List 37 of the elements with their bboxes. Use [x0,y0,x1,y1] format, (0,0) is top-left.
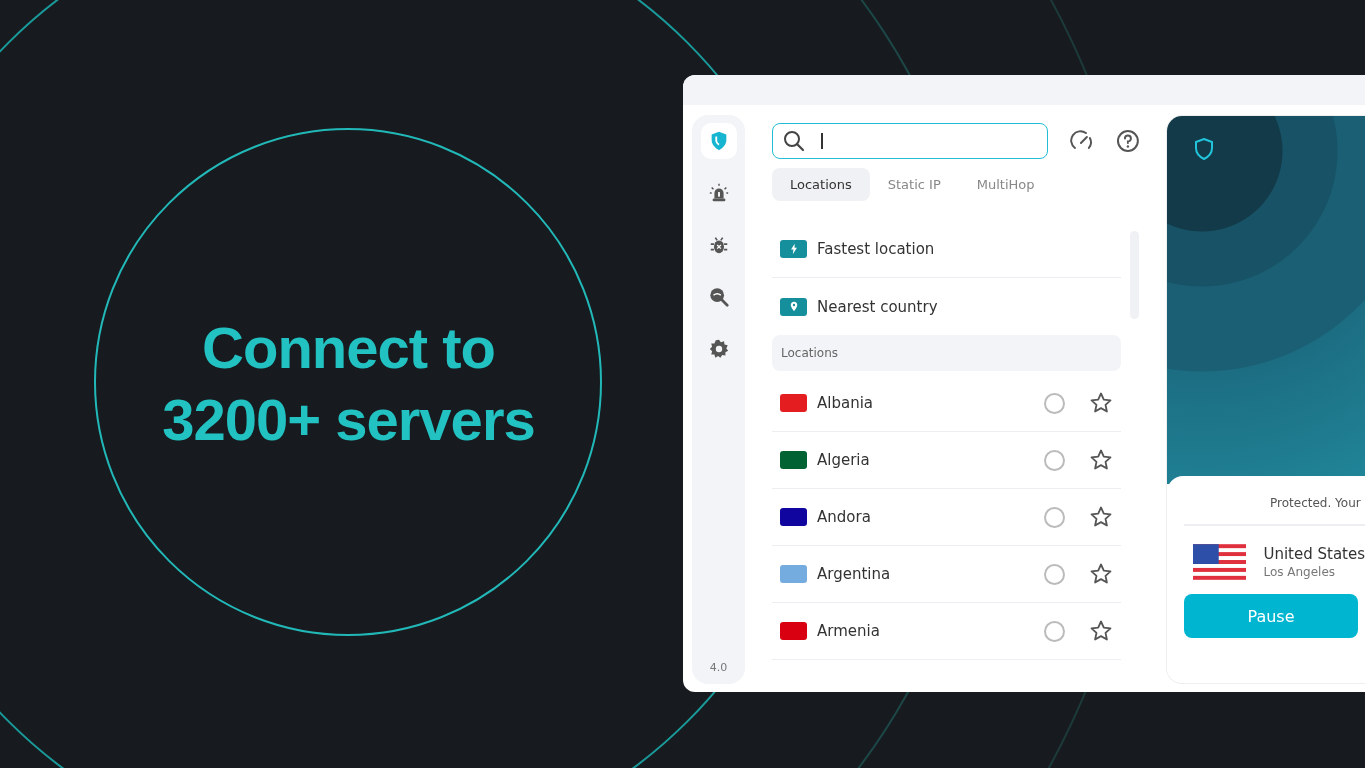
country-name[interactable]: Albania [817,394,1034,412]
lightning-icon [780,240,807,258]
star-icon[interactable] [1089,448,1113,472]
search-field[interactable] [772,123,1049,159]
tab[interactable]: Locations [772,168,870,201]
country-name[interactable]: Armenia [817,622,1034,640]
settings-icon [707,338,730,360]
tab[interactable]: Static IP [869,168,959,201]
help-icon[interactable] [1116,129,1140,153]
country-name: United States [1263,545,1365,563]
star-icon[interactable] [1089,619,1113,643]
status-text: Protected. Your [1184,496,1365,526]
headline: Connect to 3200+ servers [162,314,535,454]
search-icon [783,130,805,152]
star-icon[interactable] [1089,562,1113,586]
radio-button[interactable] [1044,506,1065,528]
country-name[interactable]: Andora [817,508,1034,526]
tab[interactable]: MultiHop [958,168,1053,201]
list-item-label[interactable]: Nearest country [817,297,1113,316]
text-cursor [821,133,823,149]
star-icon[interactable] [1089,505,1113,529]
radio-button[interactable] [1044,563,1065,585]
country-name[interactable]: Argentina [817,565,1034,583]
section-header: Locations [772,335,1121,371]
search-icon [707,286,730,308]
version-label: 4.0 [709,661,728,674]
city-name: Los Angeles [1263,565,1337,579]
radio-button[interactable] [1044,392,1065,414]
location-pin-icon [780,297,807,316]
radio-button[interactable] [1044,449,1065,471]
alarm-icon [707,182,730,204]
star-icon[interactable] [1089,391,1113,415]
list-item-label[interactable]: Fastest location [817,240,1113,258]
shield-icon [1195,138,1213,160]
country-name[interactable]: Algeria [817,451,1034,469]
flag-icon [1193,544,1247,580]
radio-button[interactable] [1044,620,1065,642]
